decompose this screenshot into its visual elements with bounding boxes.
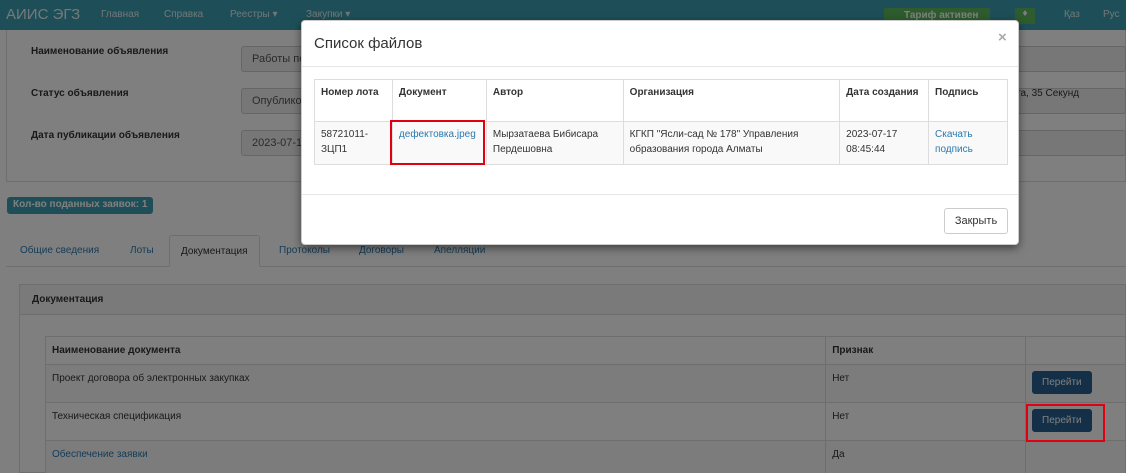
- highlight-document-link-frame: [390, 120, 485, 165]
- author-name: Мырзатаева Бибисара Пердешовна: [485, 121, 624, 165]
- header-author: Автор: [485, 79, 624, 122]
- close-button[interactable]: Закрыть: [944, 208, 1008, 234]
- header-organization: Организация: [622, 79, 841, 122]
- download-signature-link[interactable]: Скачать подпись: [928, 121, 1008, 165]
- header-lot-number: Номер лота: [314, 79, 393, 122]
- header-signature: Подпись: [928, 79, 1008, 122]
- lot-number: 58721011-ЗЦП1: [314, 121, 393, 165]
- modal-header-divider: [302, 66, 1018, 67]
- header-creation-date: Дата создания: [839, 79, 930, 122]
- modal-title: Список файлов: [314, 35, 423, 52]
- modal-footer-divider: [302, 194, 1018, 195]
- header-document: Документ: [391, 79, 487, 122]
- highlight-go-button-frame: [1026, 404, 1105, 442]
- organization-name: КГКП "Ясли-сад № 178" Управления образов…: [622, 121, 841, 165]
- files-table-header: Номер лота Документ Автор Организация Да…: [314, 79, 1008, 122]
- creation-date: 2023-07-17 08:45:44: [839, 121, 930, 165]
- close-icon[interactable]: ×: [998, 29, 1007, 46]
